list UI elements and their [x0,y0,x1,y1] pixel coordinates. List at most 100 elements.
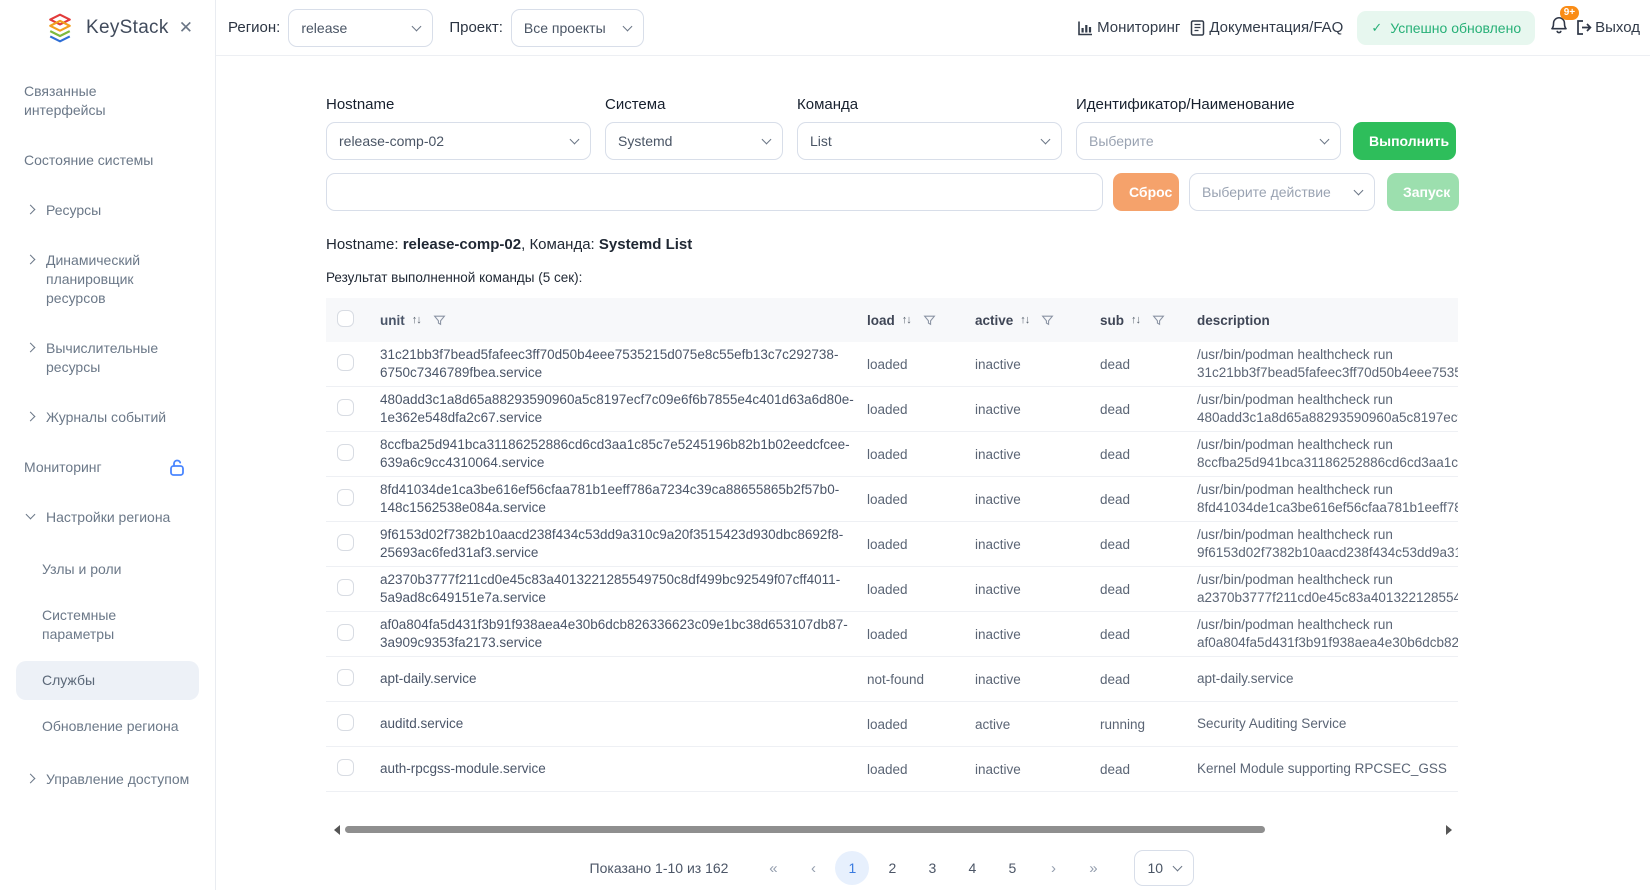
row-checkbox[interactable] [337,714,354,731]
command-select[interactable]: List [797,122,1062,160]
reset-button[interactable]: Сброс [1113,173,1179,211]
cell-load: loaded [855,582,963,597]
last-page-button[interactable]: » [1075,851,1109,885]
identifier-select[interactable]: Выберите [1076,122,1341,160]
sidebar-item-resources[interactable]: Ресурсы [24,201,199,220]
sidebar-item-monitoring[interactable]: Мониторинг [24,458,199,477]
page-button-5[interactable]: 5 [995,851,1029,885]
filter-icon[interactable] [1152,314,1165,327]
row-checkbox[interactable] [337,354,354,371]
cell-sub: dead [1088,357,1185,372]
cell-sub: dead [1088,402,1185,417]
chevron-down-icon [1173,862,1183,872]
page-button-3[interactable]: 3 [915,851,949,885]
row-checkbox[interactable] [337,534,354,551]
sidebar-subitem-region-update[interactable]: Обновление региона [16,707,199,746]
sidebar-subitem-services[interactable]: Службы [16,661,199,700]
cell-active: inactive [963,762,1088,777]
filter-input[interactable] [326,173,1103,211]
sort-icon[interactable]: ↑↓ [1131,314,1140,326]
project-label: Проект: [449,19,503,36]
cell-sub: dead [1088,762,1185,777]
logout-icon [1575,19,1593,36]
row-checkbox[interactable] [337,489,354,506]
cell-unit: 9f6153d02f7382b10aacd238f434c53dd9a310c9… [366,526,855,562]
run-button[interactable]: Запуск [1387,173,1459,211]
cell-load: loaded [855,537,963,552]
logout-button[interactable]: Выход [1575,19,1640,36]
scroll-left-icon[interactable] [334,825,340,835]
row-checkbox[interactable] [337,579,354,596]
row-checkbox[interactable] [337,669,354,686]
col-unit: unit [380,313,405,328]
sort-icon[interactable]: ↑↓ [412,314,421,326]
topbar: Регион: release Проект: Все проекты Мони… [216,0,1650,56]
cell-active: inactive [963,537,1088,552]
cell-load: not-found [855,672,963,687]
region-settings-submenu: Узлы и роли Системные параметры Службы О… [24,550,199,746]
sidebar-subitem-nodes-roles[interactable]: Узлы и роли [16,550,199,589]
sidebar-subitem-system-params[interactable]: Системные параметры [16,596,199,654]
project-select[interactable]: Все проекты [511,9,644,47]
sidebar-item-region-settings[interactable]: Настройки региона [24,508,199,527]
cell-unit: af0a804fa5d431f3b91f938aea4e30b6dcb82633… [366,616,855,652]
hostname-label: Hostname [326,96,591,113]
row-checkbox[interactable] [337,624,354,641]
page-button-4[interactable]: 4 [955,851,989,885]
sidebar-item-event-logs[interactable]: Журналы событий [24,408,199,427]
notifications-button[interactable]: 9+ [1549,15,1569,41]
col-description: description [1197,313,1270,328]
sort-icon[interactable]: ↑↓ [1020,314,1029,326]
next-page-button[interactable]: › [1035,851,1069,885]
services-table: unit ↑↓ load ↑↓ active ↑↓ [326,298,1458,792]
row-checkbox[interactable] [337,759,354,776]
row-checkbox[interactable] [337,399,354,416]
region-select[interactable]: release [288,9,433,47]
cell-unit: auth-rpcgss-module.service [366,760,855,778]
cell-active: inactive [963,492,1088,507]
monitoring-link[interactable]: Мониторинг [1077,19,1180,36]
sidebar-item-compute-resources[interactable]: Вычислительные ресурсы [24,339,199,377]
lock-open-icon [169,458,185,476]
row-checkbox[interactable] [337,444,354,461]
region-label: Регион: [228,19,280,36]
cell-load: loaded [855,717,963,732]
sort-icon[interactable]: ↑↓ [902,314,911,326]
sidebar-item-dynamic-scheduler[interactable]: Динамический планировщик ресурсов [24,251,199,308]
action-select[interactable]: Выберите действие [1189,173,1375,211]
cell-sub: dead [1088,582,1185,597]
table-row: 8ccfba25d941bca31186252886cd6cd3aa1c85c7… [326,432,1458,477]
scroll-right-icon[interactable] [1446,825,1452,835]
system-select[interactable]: Systemd [605,122,783,160]
filter-icon[interactable] [1041,314,1054,327]
page-button-2[interactable]: 2 [875,851,909,885]
cell-unit: 31c21bb3f7bead5fafeec3ff70d50b4eee753521… [366,346,855,382]
sidebar-item-system-state[interactable]: Состояние системы [24,151,199,170]
col-load: load [867,313,895,328]
sidebar-close-icon[interactable]: ✕ [175,16,197,40]
cell-load: loaded [855,762,963,777]
filter-icon[interactable] [923,314,936,327]
hostname-select[interactable]: release-comp-02 [326,122,591,160]
app-root: KeyStack ✕ Связанные интерфейсы Состояни… [0,0,1650,890]
status-badge: ✓ Успешно обновлено [1357,11,1535,45]
sidebar-item-linked-interfaces[interactable]: Связанные интерфейсы [24,82,199,120]
docs-link[interactable]: Документация/FAQ [1190,19,1343,36]
cell-sub: running [1088,717,1185,732]
page-button-1[interactable]: 1 [835,851,869,885]
prev-page-button[interactable]: ‹ [795,851,829,885]
filter-icon[interactable] [433,314,446,327]
cell-description: /usr/bin/podman healthcheck run 31c21bb3… [1185,346,1458,382]
sidebar-item-access-management[interactable]: Управление доступом [24,770,199,789]
cell-sub: dead [1088,492,1185,507]
cell-description: /usr/bin/podman healthcheck run 8ccfba25… [1185,436,1458,472]
cell-unit: 480add3c1a8d65a88293590960a5c8197ecf7c09… [366,391,855,427]
table-row: auditd.service loaded active running Sec… [326,702,1458,747]
cell-sub: dead [1088,537,1185,552]
first-page-button[interactable]: « [755,851,789,885]
execute-button[interactable]: Выполнить [1353,122,1456,160]
scrollbar-thumb[interactable] [345,826,1265,833]
page-size-select[interactable]: 10 [1134,850,1194,886]
select-all-checkbox[interactable] [337,310,354,327]
action-row: Сброс Выберите действие Запуск [326,173,1650,211]
